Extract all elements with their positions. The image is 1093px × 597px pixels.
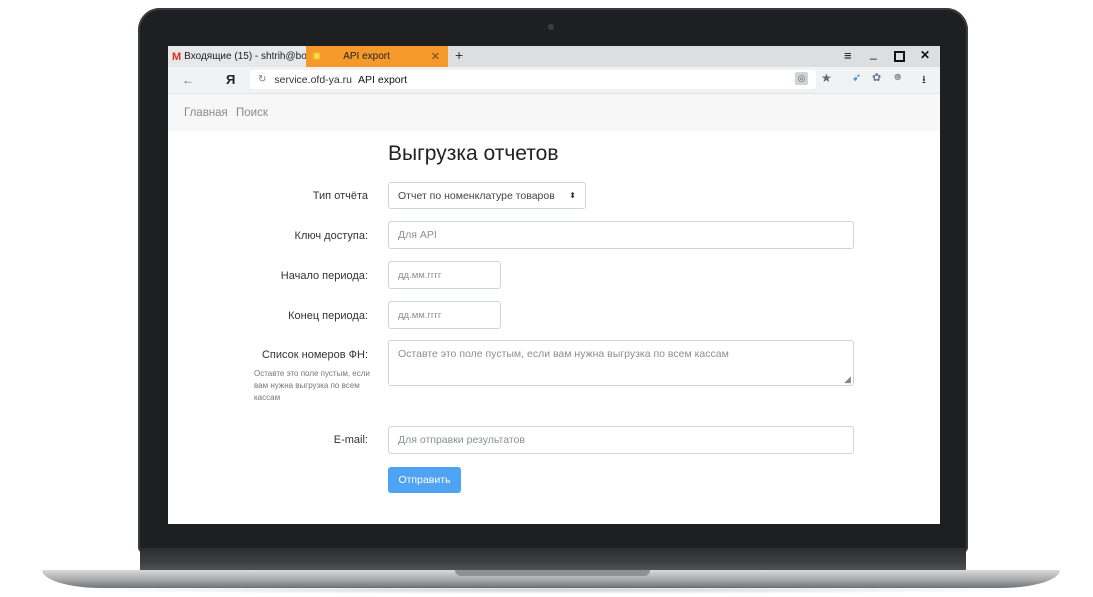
url-domain: service.ofd-ya.ru xyxy=(274,73,353,86)
report-type-label: Тип отчёта xyxy=(312,190,368,202)
email-input[interactable] xyxy=(388,426,854,454)
webcam-icon xyxy=(548,24,554,30)
submit-button[interactable]: Отправить xyxy=(388,467,461,493)
tab-label: Входящие (15) - shtrih@bo xyxy=(184,51,306,62)
laptop-shadow xyxy=(60,586,1040,594)
email-label: E-mail: xyxy=(333,434,368,446)
bird-icon[interactable]: ➶ xyxy=(852,71,861,84)
reload-icon[interactable]: ↻ xyxy=(258,74,266,85)
minimize-icon[interactable]: _ xyxy=(870,46,877,60)
url-field[interactable]: ↻ service.ofd-ya.ru API export xyxy=(250,70,816,89)
url-page-title: API export xyxy=(358,73,408,86)
period-start-input[interactable] xyxy=(388,261,501,289)
fn-list-hint: Оставте это поле пустым, если вам нужна … xyxy=(254,369,370,402)
period-end-label: Конец периода: xyxy=(288,310,368,322)
access-key-label: Ключ доступа: xyxy=(294,230,368,242)
tab-close-icon[interactable]: ✕ xyxy=(431,50,440,63)
report-type-select[interactable]: Отчет по номенклатуре товаров ⬍ xyxy=(388,182,586,209)
nav-search-link[interactable]: Поиск xyxy=(236,107,268,119)
period-end-input[interactable] xyxy=(388,301,501,329)
nav-home-link[interactable]: Главная xyxy=(184,107,228,119)
laptop-hinge xyxy=(140,548,966,572)
access-key-input[interactable] xyxy=(388,221,854,249)
owl-icon[interactable]: ✿ xyxy=(872,71,881,84)
tab-inbox[interactable]: M Входящие (15) - shtrih@bo xyxy=(168,46,306,67)
star-icon[interactable]: ★ xyxy=(821,71,832,85)
laptop-base-notch xyxy=(455,570,650,576)
new-tab-button[interactable]: + xyxy=(455,47,463,63)
yandex-logo-icon[interactable]: Я xyxy=(226,72,235,87)
maximize-icon[interactable] xyxy=(894,51,905,62)
browser-window: M Входящие (15) - shtrih@bo ✱ API export… xyxy=(168,46,940,524)
fn-list-textarea[interactable] xyxy=(388,340,854,386)
gmail-icon: M xyxy=(172,50,182,63)
face-icon[interactable]: ☻ xyxy=(892,71,904,83)
close-window-icon[interactable]: ✕ xyxy=(920,48,930,62)
api-tab-icon: ✱ xyxy=(312,51,322,63)
download-icon[interactable]: ⭳ xyxy=(922,71,926,90)
period-start-label: Начало периода: xyxy=(280,270,368,282)
site-navbar: Главная Поиск xyxy=(168,94,940,131)
tab-label: API export xyxy=(343,51,390,62)
report-type-selected: Отчет по номенклатуре товаров xyxy=(398,189,555,202)
resize-grip-icon[interactable]: ◢ xyxy=(844,374,851,385)
select-arrows-icon: ⬍ xyxy=(569,191,576,200)
menu-icon[interactable]: ≡ xyxy=(844,48,852,63)
shield-icon[interactable]: ◎ xyxy=(795,72,808,85)
page-title: Выгрузка отчетов xyxy=(388,142,559,165)
back-arrow-icon[interactable]: ← xyxy=(182,73,194,87)
tab-bar: M Входящие (15) - shtrih@bo ✱ API export… xyxy=(168,46,940,67)
fn-list-label: Список номеров ФН: xyxy=(261,349,368,361)
tab-api-export[interactable]: ✱ API export ✕ xyxy=(306,46,448,67)
address-bar: ← Я ↻ service.ofd-ya.ru API export ◎ ★ ➶… xyxy=(168,67,940,94)
